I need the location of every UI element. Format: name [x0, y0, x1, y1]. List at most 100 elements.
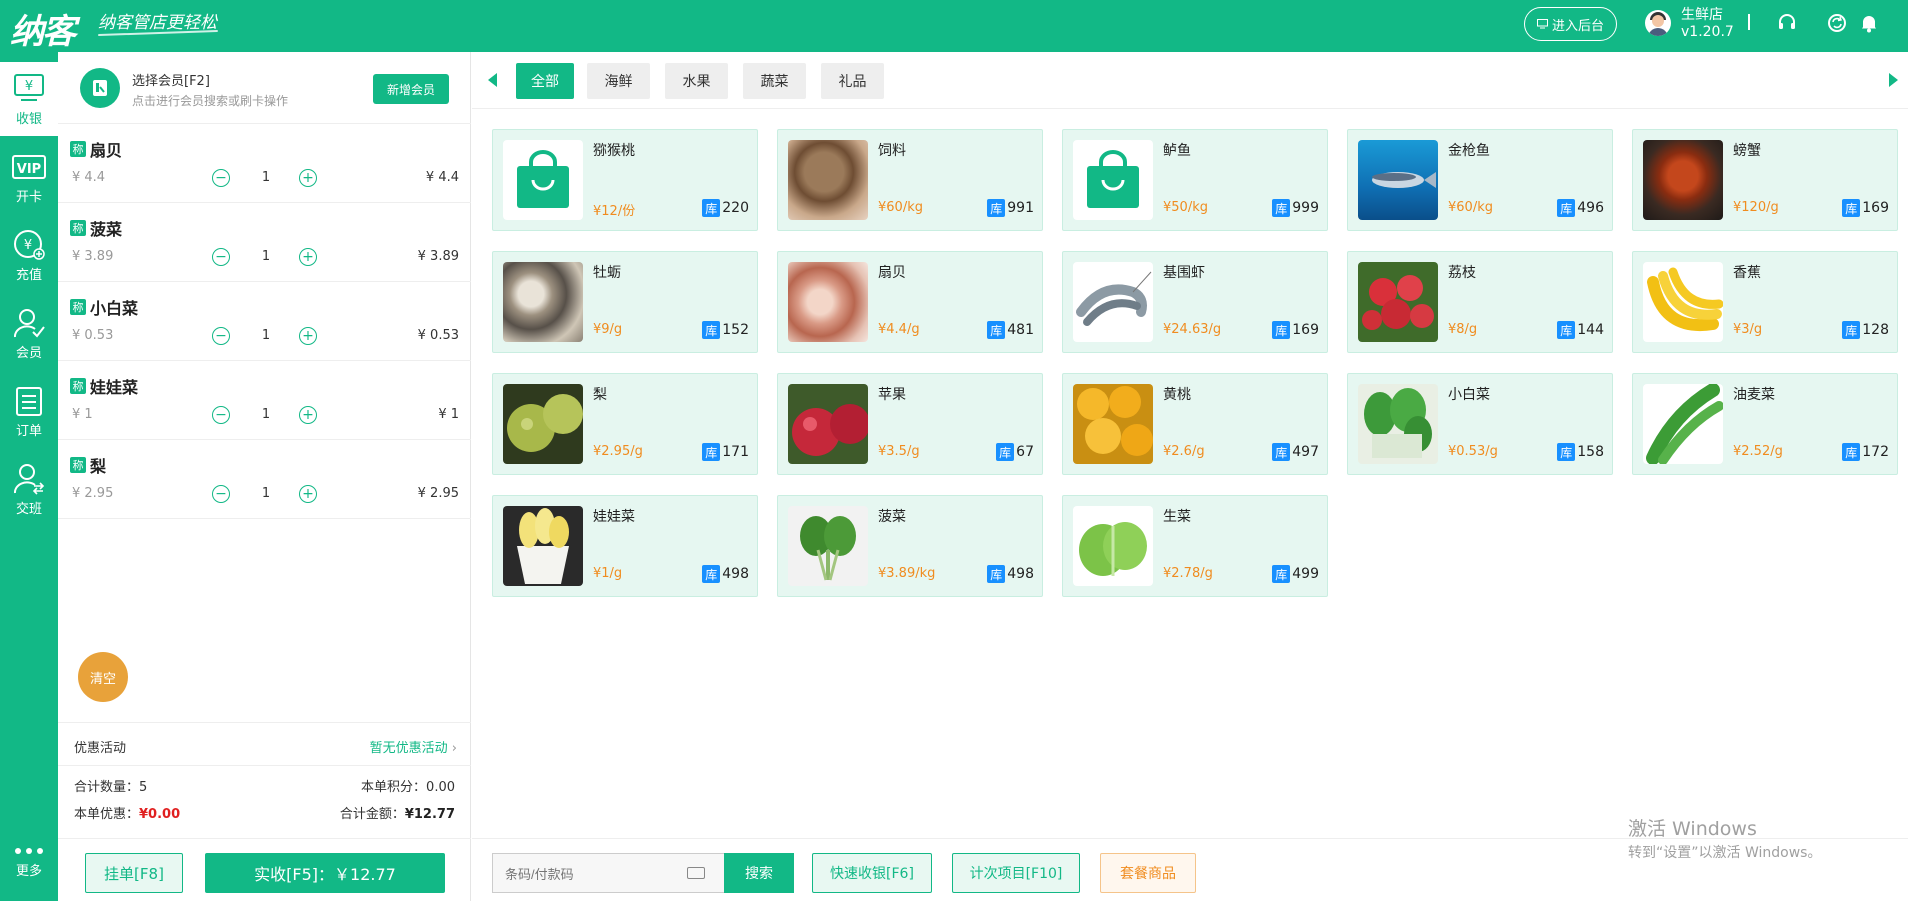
nav-more[interactable]: 更多: [0, 848, 58, 898]
product-card[interactable]: 苹果 ¥3.5/g 库 67: [777, 373, 1043, 475]
shift-icon: [14, 463, 45, 495]
pay-button[interactable]: 实收[F5]：￥12.77: [205, 853, 445, 893]
product-stock: 库 172: [1842, 443, 1889, 461]
decrease-qty-button[interactable]: −: [212, 485, 230, 503]
product-card[interactable]: 猕猴桃 ¥12/份 库 220: [492, 129, 758, 231]
category-tab-seafood[interactable]: 海鲜: [587, 63, 650, 99]
enter-backend-label: 进入后台: [1551, 18, 1604, 34]
decrease-qty-button[interactable]: −: [212, 169, 230, 187]
product-card[interactable]: 梨 ¥2.95/g 库 171: [492, 373, 758, 475]
promo-row[interactable]: 优惠活动 暂无优惠活动 ›: [58, 722, 471, 766]
product-price: ¥120/g: [1733, 200, 1779, 215]
product-price: ¥3/g: [1733, 322, 1763, 337]
product-card[interactable]: 荔枝 ¥8/g 库 144: [1347, 251, 1613, 353]
product-card[interactable]: 鲈鱼 ¥50/kg 库 999: [1062, 129, 1328, 231]
product-card[interactable]: 菠菜 ¥3.89/kg 库 498: [777, 495, 1043, 597]
avatar[interactable]: [1645, 10, 1671, 36]
enter-backend-button[interactable]: 进入后台: [1524, 7, 1617, 41]
product-name: 菠菜: [878, 509, 906, 525]
cart-item-qty: 1: [261, 249, 271, 264]
package-goods-button[interactable]: 套餐商品: [1100, 853, 1196, 893]
decrease-qty-button[interactable]: −: [212, 327, 230, 345]
product-price: ¥3.5/g: [878, 444, 920, 459]
increase-qty-button[interactable]: +: [299, 406, 317, 424]
increase-qty-button[interactable]: +: [299, 327, 317, 345]
increase-qty-button[interactable]: +: [299, 248, 317, 266]
hold-order-button[interactable]: 挂单[F8]: [85, 853, 183, 893]
product-card[interactable]: 香蕉 ¥3/g 库 128: [1632, 251, 1898, 353]
nav-item-recharge[interactable]: ¥ 充值: [0, 218, 58, 292]
product-card[interactable]: 扇贝 ¥4.4/g 库 481: [777, 251, 1043, 353]
scroll-right-icon[interactable]: [1889, 73, 1898, 87]
cart-item-unit-price: ¥ 0.53: [72, 328, 114, 343]
refresh-icon[interactable]: [1826, 12, 1848, 34]
product-card[interactable]: 饲料 ¥60/kg 库 991: [777, 129, 1043, 231]
lettuce-photo: [1073, 506, 1153, 586]
product-stock: 库 991: [987, 199, 1034, 217]
product-card[interactable]: 娃娃菜 ¥1/g 库 498: [492, 495, 758, 597]
stock-badge: 库: [987, 321, 1006, 339]
logo: 纳客: [10, 12, 76, 52]
keyboard-icon[interactable]: [687, 867, 705, 879]
cart-item[interactable]: 称 娃娃菜 ¥ 1 − 1 + ¥ 1: [58, 361, 471, 440]
stock-badge: 库: [702, 565, 721, 583]
headset-icon[interactable]: [1776, 12, 1798, 34]
cart-panel: 选择会员[F2] 点击进行会员搜索或刷卡操作 新增会员 称 扇贝 ¥ 4.4 −…: [58, 52, 471, 901]
member-select-bar[interactable]: 选择会员[F2] 点击进行会员搜索或刷卡操作 新增会员: [58, 52, 471, 124]
increase-qty-button[interactable]: +: [299, 485, 317, 503]
nav-item-shift[interactable]: 交班: [0, 452, 58, 526]
barcode-input[interactable]: [505, 864, 665, 884]
category-tab-gifts[interactable]: 礼品: [821, 63, 884, 99]
product-card[interactable]: 基围虾 ¥24.63/g 库 169: [1062, 251, 1328, 353]
clear-cart-button[interactable]: 清空: [78, 652, 128, 702]
product-card[interactable]: 小白菜 ¥0.53/g 库 158: [1347, 373, 1613, 475]
search-button[interactable]: 搜索: [724, 853, 794, 893]
count-items-button[interactable]: 计次项目[F10]: [952, 853, 1080, 893]
product-card[interactable]: 牡蛎 ¥9/g 库 152: [492, 251, 758, 353]
nav-item-orders[interactable]: 订单: [0, 374, 58, 448]
increase-qty-button[interactable]: +: [299, 169, 317, 187]
product-price: ¥2.78/g: [1163, 566, 1213, 581]
product-stock: 库 999: [1272, 199, 1319, 217]
decrease-qty-button[interactable]: −: [212, 406, 230, 424]
stock-badge: 库: [1842, 199, 1861, 217]
nav-item-member[interactable]: 会员: [0, 296, 58, 370]
category-tab-all[interactable]: 全部: [516, 63, 574, 99]
scroll-left-icon[interactable]: [488, 73, 497, 87]
cart-item-unit-price: ¥ 4.4: [72, 170, 106, 185]
activation-watermark-title: 激活 Windows: [1628, 818, 1757, 840]
product-stock: 库 497: [1272, 443, 1319, 461]
cart-item-name: 扇贝: [90, 141, 123, 160]
nav-item-cashier[interactable]: ¥ 收银: [0, 62, 58, 136]
bell-icon[interactable]: [1858, 12, 1880, 34]
category-tab-vegetables[interactable]: 蔬菜: [743, 63, 806, 99]
quick-checkout-button[interactable]: 快速收银[F6]: [812, 853, 932, 893]
member-subtitle: 点击进行会员搜索或刷卡操作: [132, 94, 289, 108]
bag-icon: [503, 140, 583, 220]
slogan: 纳客管店更轻松: [98, 13, 217, 33]
cart-item[interactable]: 称 小白菜 ¥ 0.53 − 1 + ¥ 0.53: [58, 282, 471, 361]
cart-item-unit-price: ¥ 3.89: [72, 249, 114, 264]
product-area: 全部 海鲜 水果 蔬菜 礼品 猕猴桃 ¥12/份 库 220 饲料 ¥60/kg …: [472, 52, 1908, 901]
cart-item-qty: 1: [261, 407, 271, 422]
recharge-icon: ¥: [14, 229, 45, 260]
product-price: ¥1/g: [593, 566, 623, 581]
product-card[interactable]: 螃蟹 ¥120/g 库 169: [1632, 129, 1898, 231]
product-name: 鲈鱼: [1163, 143, 1191, 159]
decrease-qty-button[interactable]: −: [212, 248, 230, 266]
cart-item-qty: 1: [261, 328, 271, 343]
product-stock: 库 152: [702, 321, 749, 339]
cart-item[interactable]: 称 梨 ¥ 2.95 − 1 + ¥ 2.95: [58, 440, 471, 519]
cart-item-subtotal: ¥ 2.95: [417, 486, 459, 501]
nav-item-open-card[interactable]: VIP 开卡: [0, 140, 58, 214]
product-card[interactable]: 金枪鱼 ¥60/kg 库 496: [1347, 129, 1613, 231]
product-card[interactable]: 生菜 ¥2.78/g 库 499: [1062, 495, 1328, 597]
add-member-button[interactable]: 新增会员: [373, 74, 449, 104]
product-card[interactable]: 油麦菜 ¥2.52/g 库 172: [1632, 373, 1898, 475]
category-tab-fruit[interactable]: 水果: [665, 63, 728, 99]
cart-item[interactable]: 称 扇贝 ¥ 4.4 − 1 + ¥ 4.4: [58, 124, 471, 203]
apple-photo: [788, 384, 868, 464]
product-card[interactable]: 黄桃 ¥2.6/g 库 497: [1062, 373, 1328, 475]
product-name: 金枪鱼: [1448, 143, 1490, 159]
cart-item[interactable]: 称 菠菜 ¥ 3.89 − 1 + ¥ 3.89: [58, 203, 471, 282]
